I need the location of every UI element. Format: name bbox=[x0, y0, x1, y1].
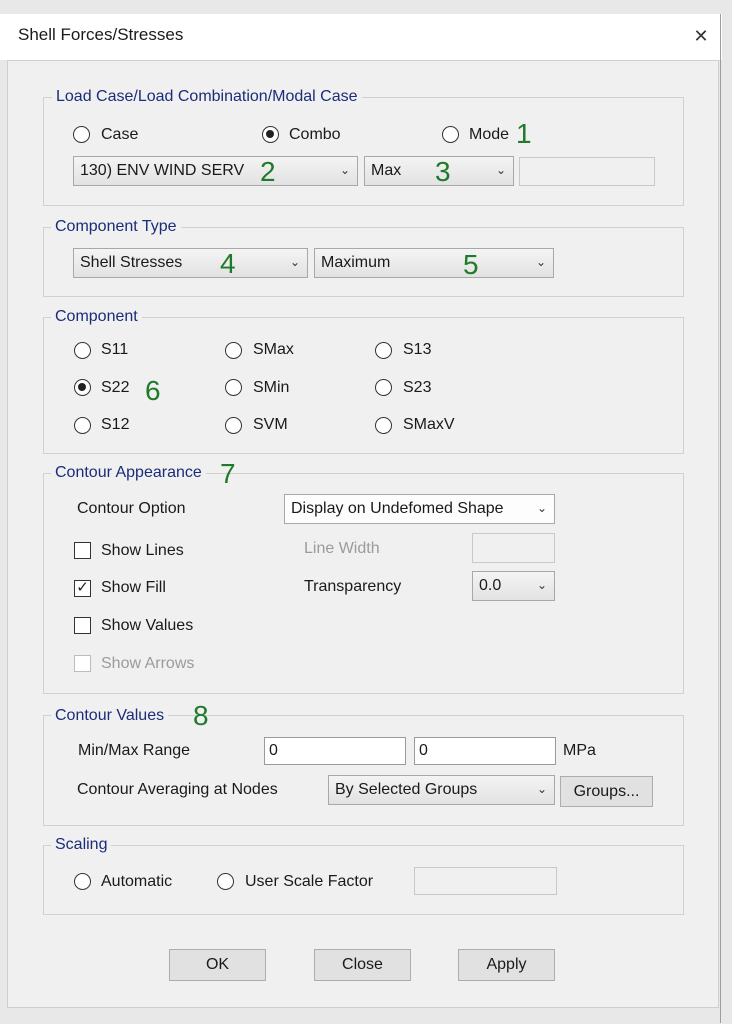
contour-option-value: Display on Undefomed Shape bbox=[291, 500, 504, 517]
unit-label: MPa bbox=[563, 742, 596, 759]
transparency-dropdown[interactable]: 0.0 ⌄ bbox=[472, 571, 555, 601]
smin-radio[interactable] bbox=[225, 379, 242, 396]
contour-values-legend: Contour Values bbox=[51, 707, 169, 725]
contour-option-dropdown[interactable]: Display on Undefomed Shape ⌄ bbox=[284, 494, 555, 524]
svm-label: SVM bbox=[253, 416, 288, 433]
s23-label: S23 bbox=[403, 379, 432, 396]
s12-radio[interactable] bbox=[74, 417, 91, 434]
smaxv-label: SMaxV bbox=[403, 416, 455, 433]
mode-radio-label: Mode bbox=[469, 126, 510, 143]
transparency-value: 0.0 bbox=[479, 577, 502, 594]
annotation-7: 7 bbox=[220, 458, 236, 489]
component-group bbox=[43, 317, 684, 454]
step-number-field bbox=[519, 157, 655, 186]
user-scale-radio[interactable] bbox=[217, 873, 234, 890]
load-case-legend: Load Case/Load Combination/Modal Case bbox=[52, 88, 362, 106]
scaling-legend: Scaling bbox=[51, 836, 112, 854]
s22-radio[interactable] bbox=[74, 379, 91, 396]
automatic-radio[interactable] bbox=[74, 873, 91, 890]
annotation-4: 4 bbox=[220, 248, 236, 279]
automatic-label: Automatic bbox=[101, 873, 173, 890]
chevron-down-icon: ⌄ bbox=[289, 255, 300, 269]
mode-radio[interactable] bbox=[442, 126, 459, 143]
contour-option-label: Contour Option bbox=[77, 500, 186, 517]
show-values-label: Show Values bbox=[101, 617, 194, 634]
load-case-group bbox=[43, 97, 684, 206]
line-width-label: Line Width bbox=[304, 540, 380, 557]
s11-label: S11 bbox=[101, 341, 129, 358]
annotation-2: 2 bbox=[260, 156, 276, 187]
annotation-8: 8 bbox=[193, 700, 209, 731]
show-lines-label: Show Lines bbox=[101, 542, 184, 559]
case-radio-label: Case bbox=[101, 126, 139, 143]
apply-button[interactable]: Apply bbox=[458, 949, 555, 981]
smin-label: SMin bbox=[253, 379, 290, 396]
close-button[interactable]: Close bbox=[314, 949, 411, 981]
contour-appearance-legend: Contour Appearance bbox=[51, 464, 206, 482]
load-combo-value: 130) ENV WIND SERV bbox=[80, 162, 245, 179]
contour-values-group bbox=[43, 715, 684, 826]
min-range-value: 0 bbox=[269, 742, 278, 759]
annotation-5: 5 bbox=[463, 249, 479, 280]
component-type-dropdown[interactable]: Shell Stresses ⌄ bbox=[73, 248, 308, 278]
chevron-down-icon: ⌄ bbox=[536, 782, 547, 796]
combo-radio[interactable] bbox=[262, 126, 279, 143]
averaging-value: By Selected Groups bbox=[335, 781, 478, 798]
transparency-label: Transparency bbox=[304, 578, 402, 595]
annotation-6: 6 bbox=[145, 375, 161, 406]
smax-label: SMax bbox=[253, 341, 294, 358]
s13-radio[interactable] bbox=[375, 342, 392, 359]
show-arrows-checkbox bbox=[74, 655, 91, 672]
chevron-down-icon: ⌄ bbox=[536, 578, 547, 592]
s23-radio[interactable] bbox=[375, 379, 392, 396]
averaging-dropdown[interactable]: By Selected Groups ⌄ bbox=[328, 775, 555, 805]
show-values-checkbox[interactable] bbox=[74, 617, 91, 634]
line-width-field bbox=[472, 533, 555, 563]
smax-radio[interactable] bbox=[225, 342, 242, 359]
component-subtype-value: Maximum bbox=[321, 254, 391, 271]
annotation-1: 1 bbox=[516, 118, 532, 149]
s11-radio[interactable] bbox=[74, 342, 91, 359]
close-icon[interactable]: ✕ bbox=[690, 26, 712, 46]
chevron-down-icon: ⌄ bbox=[536, 501, 547, 515]
s22-label: S22 bbox=[101, 379, 130, 396]
combo-radio-label: Combo bbox=[289, 126, 341, 143]
step-type-value: Max bbox=[371, 162, 402, 179]
component-type-value: Shell Stresses bbox=[80, 254, 183, 271]
show-lines-checkbox[interactable] bbox=[74, 542, 91, 559]
min-range-input[interactable]: 0 bbox=[264, 737, 406, 765]
max-range-input[interactable]: 0 bbox=[414, 737, 556, 765]
load-combo-dropdown[interactable]: 130) ENV WIND SERV ⌄ bbox=[73, 156, 358, 186]
groups-button[interactable]: Groups... bbox=[560, 776, 653, 807]
smaxv-radio[interactable] bbox=[375, 417, 392, 434]
chevron-down-icon: ⌄ bbox=[535, 255, 546, 269]
user-scale-label: User Scale Factor bbox=[245, 873, 374, 890]
chevron-down-icon: ⌄ bbox=[495, 163, 506, 177]
scale-factor-field bbox=[414, 867, 557, 895]
svm-radio[interactable] bbox=[225, 417, 242, 434]
show-fill-label: Show Fill bbox=[101, 579, 166, 596]
component-legend: Component bbox=[51, 308, 142, 326]
averaging-label: Contour Averaging at Nodes bbox=[77, 781, 278, 798]
case-radio[interactable] bbox=[73, 126, 90, 143]
show-arrows-label: Show Arrows bbox=[101, 655, 195, 672]
component-subtype-dropdown[interactable]: Maximum ⌄ bbox=[314, 248, 554, 278]
annotation-3: 3 bbox=[435, 156, 451, 187]
ok-button[interactable]: OK bbox=[169, 949, 266, 981]
chevron-down-icon: ⌄ bbox=[339, 163, 350, 177]
max-range-value: 0 bbox=[419, 742, 428, 759]
s13-label: S13 bbox=[403, 341, 432, 358]
component-type-legend: Component Type bbox=[51, 218, 181, 236]
show-fill-checkbox[interactable]: ✓ bbox=[74, 580, 91, 597]
window-title: Shell Forces/Stresses bbox=[18, 25, 184, 44]
s12-label: S12 bbox=[101, 416, 130, 433]
min-max-range-label: Min/Max Range bbox=[78, 742, 191, 759]
